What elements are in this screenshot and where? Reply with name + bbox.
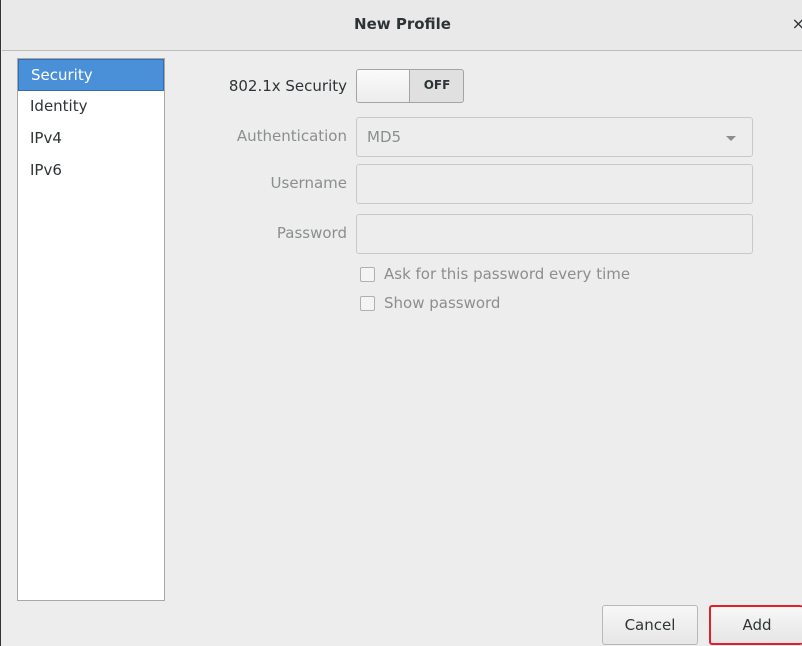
dialog-titlebar: New Profile × [2,0,802,51]
toggle-knob [357,70,410,102]
close-icon[interactable]: × [792,14,802,33]
password-label: Password [276,224,347,242]
cancel-button[interactable]: Cancel [602,605,698,645]
ask-password-label: Ask for this password every time [384,265,631,283]
ask-password-option[interactable]: Ask for this password every time [360,264,660,286]
username-field[interactable] [356,164,753,204]
authentication-label: Authentication [236,127,347,145]
sidebar-item-ipv6[interactable]: IPv6 [18,155,164,187]
category-sidebar: Security Identity IPv4 IPv6 [17,58,165,601]
username-label: Username [270,174,347,192]
toggle-state-text: OFF [423,78,451,92]
show-password-checkbox[interactable] [360,296,375,311]
dialog-title: New Profile [354,15,451,33]
authentication-dropdown[interactable]: MD5 [356,117,753,157]
security-label: 802.1x Security [228,77,347,95]
sidebar-item-identity[interactable]: Identity [18,91,164,123]
show-password-label: Show password [384,294,501,312]
password-field[interactable] [356,214,753,254]
sidebar-item-ipv4[interactable]: IPv4 [18,123,164,155]
security-toggle[interactable]: OFF [356,69,464,103]
sidebar-item-security[interactable]: Security [18,59,164,91]
add-button[interactable]: Add [709,605,802,645]
authentication-value: MD5 [367,128,402,146]
new-profile-dialog: New Profile × Security Identity IPv4 IPv… [0,0,802,646]
chevron-down-icon [726,136,736,141]
ask-password-checkbox[interactable] [360,267,375,282]
show-password-option[interactable]: Show password [360,293,540,315]
